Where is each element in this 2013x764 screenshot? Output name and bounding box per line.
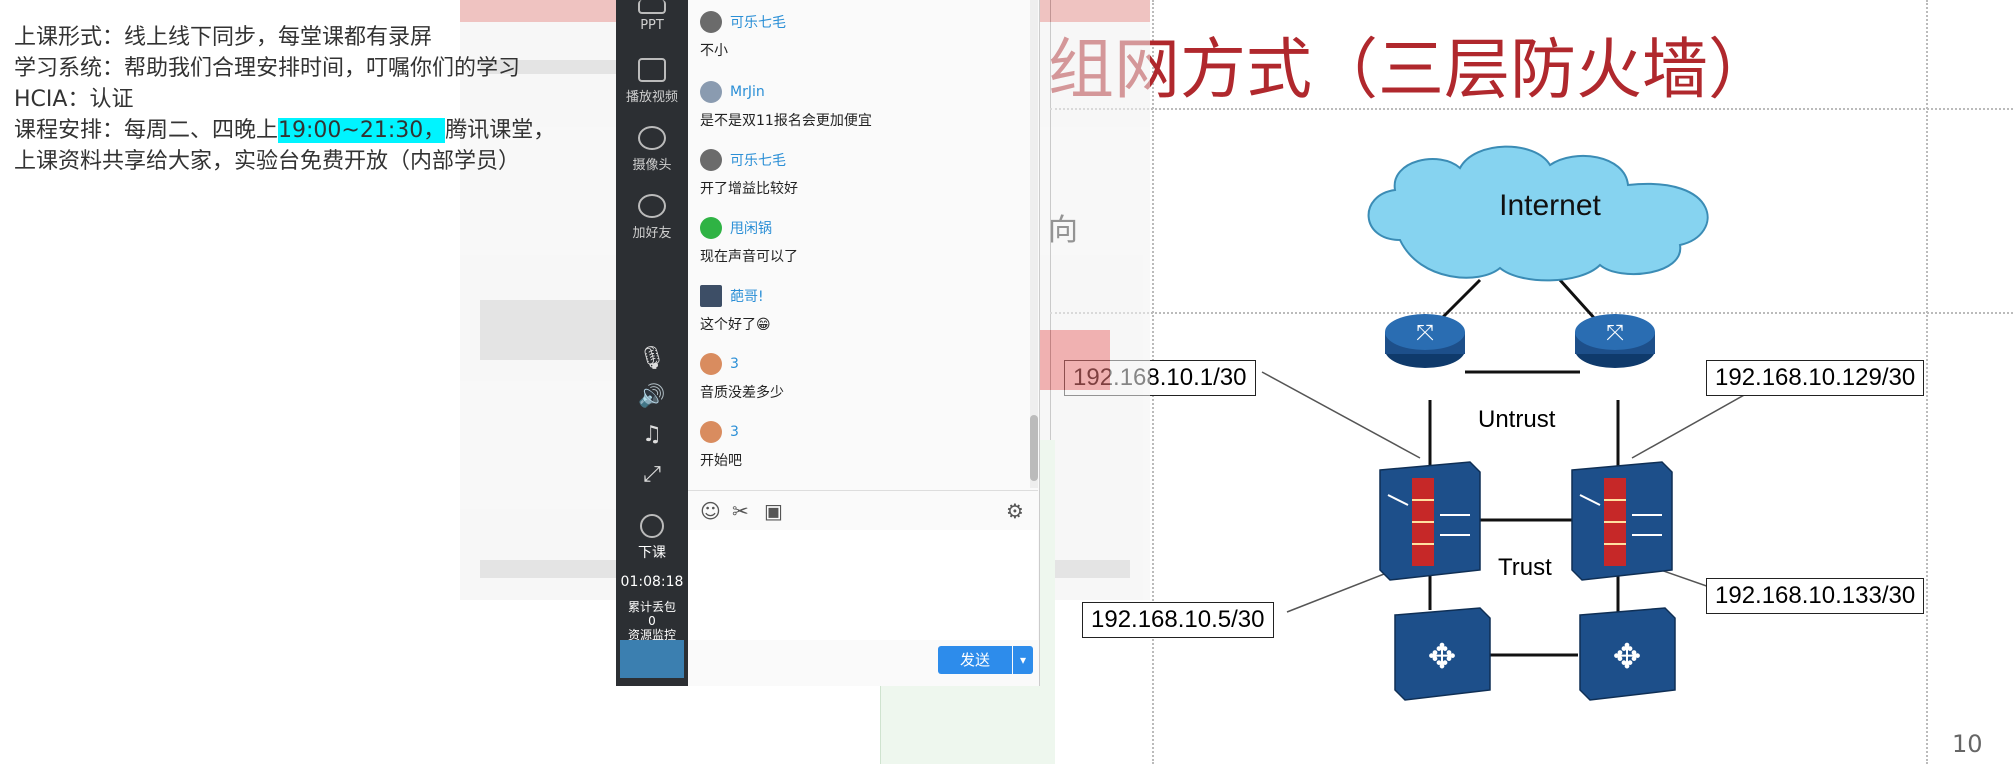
camera-icon bbox=[638, 126, 666, 150]
add-friend-button[interactable]: 加好友 bbox=[616, 194, 688, 241]
music-icon: ♫ bbox=[642, 422, 662, 447]
svg-text:⤧: ⤧ bbox=[1606, 321, 1624, 346]
avatar[interactable] bbox=[700, 149, 722, 171]
chat-nick[interactable]: 甩闲锅 bbox=[730, 218, 772, 238]
zone-trust-label: Trust bbox=[1498, 554, 1552, 581]
chat-text: 开了增益比较好 bbox=[700, 181, 798, 197]
ip-label-right-bottom: 192.168.10.133/30 bbox=[1706, 578, 1925, 614]
emoji-icon[interactable]: ☺ bbox=[700, 499, 721, 523]
ip-label-right-top: 192.168.10.129/30 bbox=[1706, 360, 1925, 396]
note-line: 上课形式：线上线下同步，每堂课都有录屏 bbox=[14, 25, 433, 50]
chat-text: 现在声音可以了 bbox=[700, 249, 798, 265]
image-icon[interactable]: ▣ bbox=[764, 499, 783, 523]
microphone-button[interactable]: 🎙 bbox=[616, 346, 688, 371]
notes-panel: 上课形式：线上线下同步，每堂课都有录屏 学习系统：帮助我们合理安排时间，叮嘱你们… bbox=[14, 22, 634, 177]
slide-page-number: 10 bbox=[1952, 730, 1983, 758]
speaker-button[interactable]: 🔊 bbox=[616, 384, 688, 409]
music-button[interactable]: ♫ bbox=[616, 422, 688, 447]
chat-message: 3 音质没差多少 bbox=[700, 352, 784, 402]
chat-nick[interactable]: MrJin bbox=[730, 84, 765, 100]
send-options-button[interactable]: ▾ bbox=[1013, 646, 1033, 674]
chat-text: 不小 bbox=[700, 43, 728, 59]
chat-message: 3 开始吧 bbox=[700, 420, 742, 470]
fullscreen-icon: ⤢ bbox=[643, 462, 661, 487]
scissors-icon[interactable]: ✂ bbox=[732, 499, 749, 523]
chevron-down-icon: ▾ bbox=[1019, 653, 1027, 667]
svg-text:✥: ✥ bbox=[1428, 637, 1457, 677]
chat-panel: 可乐七毛 不小 MrJin 是不是双11报名会更加便宜 可乐七毛 开了增益比较好… bbox=[688, 0, 1040, 686]
camera-button[interactable]: 摄像头 bbox=[616, 126, 688, 173]
switch-icon-right: ✥ bbox=[1579, 607, 1676, 701]
router-icon-left: ⤧ bbox=[1385, 314, 1465, 368]
ip-label-left-bottom: 192.168.10.5/30 bbox=[1082, 602, 1274, 638]
add-friend-icon bbox=[638, 194, 666, 218]
note-line: 课程安排：每周二、四晚上19:00~21:30，腾讯课堂， bbox=[14, 115, 634, 146]
resource-monitor-graph bbox=[620, 640, 684, 678]
avatar[interactable] bbox=[700, 285, 722, 307]
screen: 组网方式（三层防火墙） 向 bbox=[0, 0, 2013, 764]
note-line: 上课资料共享给大家，实验台免费开放（内部学员） bbox=[14, 149, 521, 174]
firewall-icon-right bbox=[1571, 461, 1673, 581]
chat-nick[interactable]: 葩哥! bbox=[730, 286, 764, 306]
microphone-icon: 🎙 bbox=[638, 346, 666, 371]
packet-loss-value: 0 bbox=[648, 614, 656, 628]
svg-text:✥: ✥ bbox=[1613, 637, 1642, 677]
note-text: 腾讯课堂， bbox=[445, 118, 556, 143]
play-video-icon bbox=[638, 58, 666, 82]
chat-text: 开始吧 bbox=[700, 453, 742, 469]
end-class-icon bbox=[640, 514, 664, 538]
ppt-button[interactable]: PPT bbox=[616, 0, 688, 33]
cloud-label: Internet bbox=[1499, 189, 1601, 222]
chat-nick[interactable]: 3 bbox=[730, 356, 739, 372]
chat-text: 这个好了😁 bbox=[700, 317, 771, 333]
svg-text:⤧: ⤧ bbox=[1416, 321, 1434, 346]
chat-nick[interactable]: 3 bbox=[730, 424, 739, 440]
send-button[interactable]: 发送 bbox=[938, 646, 1012, 674]
avatar[interactable] bbox=[700, 81, 722, 103]
chat-text: 音质没差多少 bbox=[700, 385, 784, 401]
ppt-icon bbox=[638, 0, 666, 14]
end-class-button[interactable]: 下课 bbox=[616, 514, 688, 562]
note-line: HCIA：认证 bbox=[14, 87, 134, 112]
chat-nick[interactable]: 可乐七毛 bbox=[730, 12, 786, 32]
chat-toolbar: ☺ ✂ ▣ ⚙ bbox=[688, 490, 1038, 530]
chat-message: MrJin 是不是双11报名会更加便宜 bbox=[700, 80, 872, 130]
avatar[interactable] bbox=[700, 421, 722, 443]
packet-loss-label: 累计丢包 bbox=[627, 600, 676, 614]
chat-scroll-thumb[interactable] bbox=[1030, 415, 1038, 481]
chat-text: 是不是双11报名会更加便宜 bbox=[700, 113, 872, 129]
chat-message: 甩闲锅 现在声音可以了 bbox=[700, 216, 798, 266]
chat-message: 葩哥! 这个好了😁 bbox=[700, 284, 771, 334]
note-highlight: 19:00~21:30， bbox=[278, 118, 446, 143]
play-video-button[interactable]: 播放视频 bbox=[616, 58, 688, 105]
chat-message-list[interactable]: 可乐七毛 不小 MrJin 是不是双11报名会更加便宜 可乐七毛 开了增益比较好… bbox=[688, 0, 1028, 488]
router-icon-right: ⤧ bbox=[1575, 314, 1655, 368]
note-line: 学习系统：帮助我们合理安排时间，叮嘱你们的学习 bbox=[14, 56, 521, 81]
zone-untrust-label: Untrust bbox=[1478, 406, 1556, 433]
chat-message: 可乐七毛 不小 bbox=[700, 10, 786, 60]
avatar[interactable] bbox=[700, 353, 722, 375]
chat-input[interactable] bbox=[688, 530, 1038, 640]
settings-icon[interactable]: ⚙ bbox=[1006, 499, 1024, 523]
class-toolbar: PPT 播放视频 摄像头 加好友 🎙 🔊 ♫ ⤢ 下课 01:08:18 累计丢… bbox=[616, 0, 688, 686]
avatar[interactable] bbox=[700, 11, 722, 33]
note-text: 课程安排：每周二、四晚上 bbox=[14, 118, 279, 143]
chat-message: 可乐七毛 开了增益比较好 bbox=[700, 148, 798, 198]
fullscreen-button[interactable]: ⤢ bbox=[616, 462, 688, 487]
avatar[interactable] bbox=[700, 217, 722, 239]
speaker-icon: 🔊 bbox=[638, 384, 666, 409]
chat-nick[interactable]: 可乐七毛 bbox=[730, 150, 786, 170]
switch-icon-left: ✥ bbox=[1394, 607, 1491, 701]
class-timer: 01:08:18 bbox=[620, 574, 684, 590]
packet-loss-stats: 累计丢包 0 资源监控 bbox=[616, 600, 688, 642]
firewall-icon-left bbox=[1379, 461, 1481, 581]
